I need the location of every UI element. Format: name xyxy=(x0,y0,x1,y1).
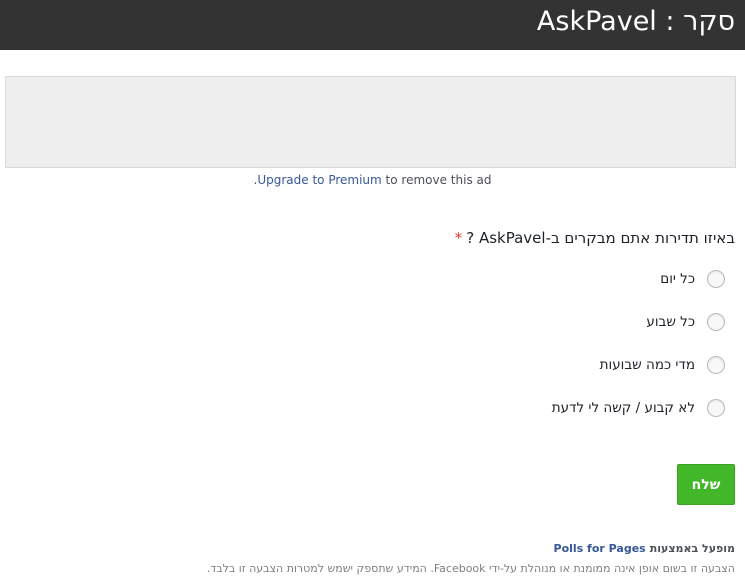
required-mark: * xyxy=(454,229,463,247)
footer-disclaimer: הצבעה זו בשום אופן אינה ממומנת או מנוהלת… xyxy=(206,562,735,575)
poll-page: סקר : AskPavel .Upgrade to Premium to re… xyxy=(0,0,745,586)
option-label: לא קבוע / קשה לי לדעת xyxy=(551,400,695,416)
radio-button[interactable] xyxy=(707,313,725,331)
powered-by-text: מופעל באמצעות xyxy=(649,542,735,555)
ad-upgrade-notice: .Upgrade to Premium to remove this ad xyxy=(0,173,745,187)
footer-powered-by: מופעל באמצעותPolls for Pages xyxy=(554,542,735,555)
option-label: כל יום xyxy=(660,271,695,287)
radio-button[interactable] xyxy=(707,270,725,288)
poll-option-3[interactable]: מדי כמה שבועות xyxy=(600,354,725,376)
app-header: סקר : AskPavel xyxy=(0,0,745,50)
radio-button[interactable] xyxy=(707,356,725,374)
poll-question: באיזו תדירות אתם מבקרים ב-AskPavel ?* xyxy=(455,229,735,247)
poll-option-1[interactable]: כל יום xyxy=(660,268,725,290)
option-label: כל שבוע xyxy=(646,314,695,330)
radio-button[interactable] xyxy=(707,399,725,417)
polls-for-pages-link[interactable]: Polls for Pages xyxy=(554,542,646,555)
upgrade-premium-link[interactable]: Upgrade to Premium xyxy=(257,173,381,187)
upgrade-suffix: to remove this ad xyxy=(381,173,492,187)
poll-option-2[interactable]: כל שבוע xyxy=(646,311,725,333)
poll-option-4[interactable]: לא קבוע / קשה לי לדעת xyxy=(552,397,725,419)
submit-button[interactable]: שלח xyxy=(677,464,735,505)
question-text: באיזו תדירות אתם מבקרים ב-AskPavel ? xyxy=(466,229,735,247)
option-label: מדי כמה שבועות xyxy=(599,357,695,373)
ad-placeholder xyxy=(5,76,736,168)
page-title: סקר : AskPavel xyxy=(536,6,735,37)
